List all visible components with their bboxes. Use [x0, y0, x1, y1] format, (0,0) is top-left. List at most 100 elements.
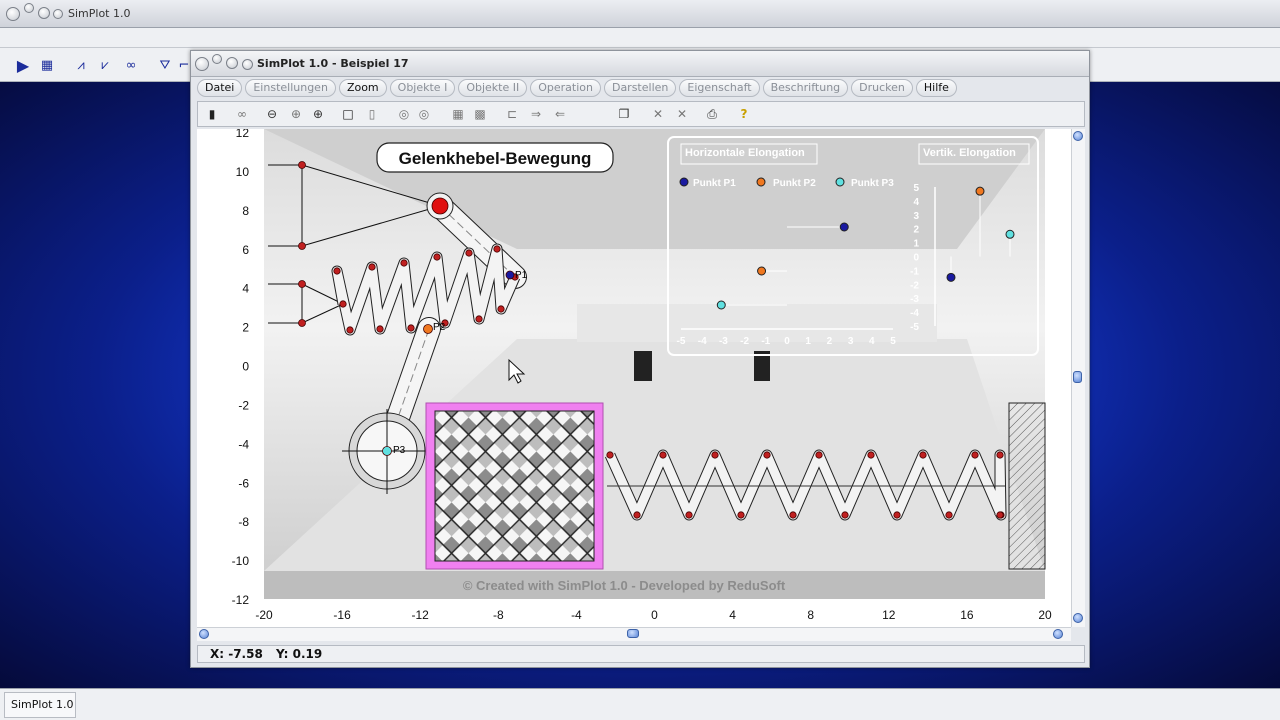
menu-hilfe[interactable]: Hilfe [915, 79, 957, 97]
inset-v-tick-label: 1 [913, 239, 919, 250]
joint [368, 263, 376, 271]
point-label-p3: P3 [393, 445, 406, 456]
joint [298, 319, 306, 327]
joint [298, 161, 306, 169]
arrow-left-icon[interactable]: ⇐ [552, 106, 568, 122]
split-icon[interactable]: ⊏ [504, 106, 520, 122]
inset-v-tick-label: -4 [910, 308, 919, 319]
play-icon[interactable]: ▶ [14, 58, 32, 74]
delete-icon[interactable]: ✕ [650, 106, 666, 122]
x-tick-label: 0 [651, 608, 658, 622]
zoom-out-icon[interactable]: ⊖ [264, 106, 280, 122]
status-bar: X: -7.58 Y: 0.19 [197, 645, 1085, 663]
zoom-in-icon[interactable]: ⊕ [310, 106, 326, 122]
window-menu-circle-icon[interactable] [53, 9, 63, 19]
legend-marker [756, 177, 766, 187]
grid-icon[interactable]: ▦ [450, 106, 466, 122]
vertical-scroll-thumb[interactable] [1073, 371, 1082, 383]
graph-3-icon[interactable]: ∞ [122, 58, 140, 74]
device-icon[interactable]: ▮ [204, 106, 220, 122]
window-maximize-circle-icon[interactable] [226, 57, 238, 69]
x-tick-label: 12 [882, 608, 896, 622]
joint [606, 451, 614, 459]
menu-einstellungen[interactable]: Einstellungen [245, 79, 336, 97]
block-weave [434, 410, 595, 562]
square-icon[interactable]: □ [340, 106, 356, 122]
joint [465, 249, 473, 257]
x-tick-label: -4 [571, 608, 582, 622]
joint [407, 324, 415, 332]
plot-area[interactable]: 12 10 8 6 4 2 0 -2 -4 -6 -8 -10 -12 -20 -16 -12 -8 -4 0 4 8 1… [197, 126, 1071, 627]
y-tick-label: 10 [236, 165, 250, 179]
glasses-icon[interactable]: ∞ [234, 106, 250, 122]
window-minimize-circle-icon[interactable] [212, 54, 222, 64]
arrow-right-icon[interactable]: ⇒ [528, 106, 544, 122]
point-label-p1: P1 [515, 270, 528, 281]
y-tick-label: -8 [238, 515, 249, 529]
taskbar-simplot-button[interactable]: SimPlot 1.0 [4, 692, 76, 718]
graph-icon[interactable]: ⩘ [72, 58, 90, 74]
point-p2-marker [423, 324, 433, 334]
grid-edit-icon[interactable]: ▩ [472, 106, 488, 122]
inset-h-tick-label: -5 [677, 336, 686, 347]
window-close-circle-icon[interactable] [195, 57, 209, 71]
vertical-scrollbar[interactable] [1071, 129, 1085, 627]
copy-icon[interactable]: ❐ [616, 106, 632, 122]
delete-all-icon[interactable]: ✕ [674, 106, 690, 122]
inset-h-tick-label: -4 [698, 336, 707, 347]
menu-zoom[interactable]: Zoom [338, 79, 387, 97]
x-tick-label: -20 [255, 608, 273, 622]
scroll-right-button[interactable] [1053, 629, 1063, 639]
inset-v-tick-label: 5 [913, 183, 919, 194]
x-tick-label: 20 [1038, 608, 1052, 622]
y-tick-label: -10 [232, 554, 250, 568]
joint [893, 511, 901, 519]
circle-tool-icon[interactable]: ◎ [396, 106, 412, 122]
y-tick-label: -12 [232, 593, 250, 607]
window-menu-circle-icon[interactable] [242, 59, 253, 70]
inset-h-tick-label: 5 [890, 336, 896, 347]
menu-drucken[interactable]: Drucken [851, 79, 913, 97]
close-circle-icon[interactable] [6, 7, 20, 21]
menu-objekte-ii[interactable]: Objekte II [458, 79, 528, 97]
inset-v-tick-label: 0 [913, 253, 919, 264]
inset-v-tick-label: 4 [913, 197, 919, 208]
graph-2-icon[interactable]: ⩗ [96, 58, 114, 74]
scroll-down-button[interactable] [1073, 613, 1083, 623]
zoom-in-disabled-icon[interactable]: ⊕ [288, 106, 304, 122]
joint [763, 451, 771, 459]
menu-datei[interactable]: Datei [197, 79, 243, 97]
circle-tool-2-icon[interactable]: ◎ [416, 106, 432, 122]
y-tick-label: -4 [238, 437, 249, 451]
table-icon[interactable]: ▦ [38, 58, 56, 74]
app-title: SimPlot 1.0 [68, 7, 131, 20]
print-icon[interactable]: ⎙ [704, 106, 720, 122]
scroll-up-button[interactable] [1073, 131, 1083, 141]
plot-canvas[interactable]: 121086420-2-4-6-8-10-12-20 -16 -12 -8 -4 0 4 8 1… [197, 126, 1071, 627]
point-label-p2: P2 [433, 322, 446, 333]
inset-h-tick-label: 3 [848, 336, 854, 347]
joint [333, 267, 341, 275]
y-tick-label: 8 [242, 204, 249, 218]
frame-icon[interactable]: ▯ [364, 106, 380, 122]
minimize-circle-icon[interactable] [24, 3, 34, 13]
scroll-left-button[interactable] [199, 629, 209, 639]
joint [659, 451, 667, 459]
maximize-circle-icon[interactable] [38, 7, 50, 19]
menu-operation[interactable]: Operation [530, 79, 601, 97]
menu-beschriftung[interactable]: Beschriftung [762, 79, 849, 97]
inset-h-tick-label: 4 [869, 336, 875, 347]
inset-h-tick-label: 0 [784, 336, 790, 347]
filter-icon[interactable]: ⛛ [156, 58, 174, 74]
menu-eigenschaft[interactable]: Eigenschaft [679, 79, 760, 97]
joint [493, 245, 501, 253]
inset-v-tick-label: 2 [913, 225, 919, 236]
horizontal-scroll-thumb[interactable] [627, 629, 639, 638]
menu-objekte-i[interactable]: Objekte I [389, 79, 456, 97]
joint [298, 242, 306, 250]
menu-darstellen[interactable]: Darstellen [603, 79, 677, 97]
horizontal-scrollbar[interactable] [197, 627, 1071, 641]
help-icon[interactable]: ? [736, 106, 752, 122]
toolbar-cut-icon[interactable]: ⌐ [178, 58, 190, 74]
simplot-window: SimPlot 1.0 - Beispiel 17 Datei Einstell… [190, 50, 1090, 668]
